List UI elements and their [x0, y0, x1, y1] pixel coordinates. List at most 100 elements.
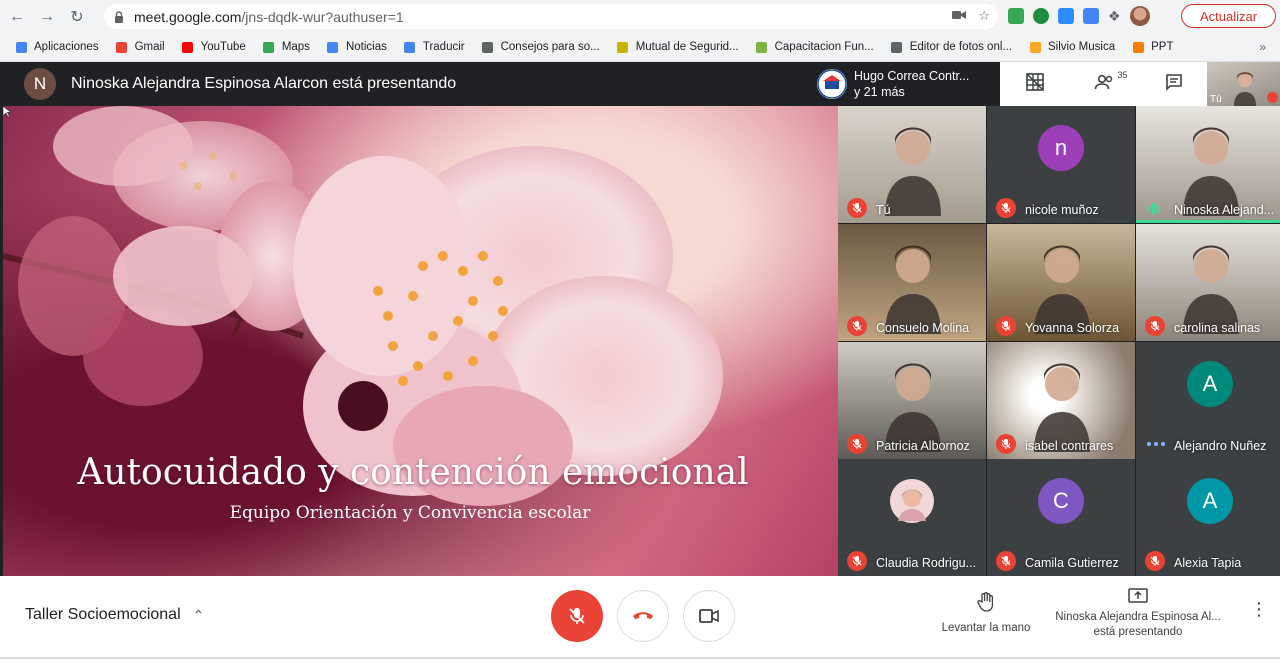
- bookmark-label: Aplicaciones: [34, 41, 99, 53]
- raise-hand-label: Levantar la mano: [941, 622, 1031, 634]
- gmail-icon: [115, 40, 129, 54]
- participant-tile[interactable]: Yovanna Solorza: [987, 224, 1135, 341]
- bookmark-4[interactable]: Noticias: [326, 40, 387, 54]
- reload-icon[interactable]: ↻: [64, 4, 90, 30]
- mic-muted-icon: [1145, 316, 1165, 336]
- participant-tile[interactable]: isabel contrares: [987, 342, 1135, 459]
- sheets-extension-icon[interactable]: [1008, 8, 1024, 24]
- back-icon[interactable]: ←: [4, 4, 30, 30]
- participant-tile[interactable]: Ninoska Alejand...: [1136, 106, 1280, 223]
- maps-pin-icon: [262, 40, 276, 54]
- bookmark-label: Mutual de Segurid...: [635, 41, 739, 53]
- address-bar[interactable]: meet.google.com/jns-dqdk-wur?authuser=1 …: [104, 4, 998, 29]
- video-camera-icon: [699, 609, 719, 623]
- participant-video: [1034, 245, 1090, 334]
- participant-tile[interactable]: C Camila Gutierrez: [987, 459, 1135, 576]
- bookmark-10[interactable]: Silvio Musica: [1028, 40, 1115, 54]
- profile-avatar[interactable]: [1129, 6, 1150, 26]
- update-button[interactable]: Actualizar: [1181, 4, 1276, 28]
- present-line-1: Ninoska Alejandra Espinosa Al...: [1055, 611, 1221, 623]
- bookmark-3[interactable]: Maps: [262, 40, 310, 54]
- top-right-controls: Hugo Correa Contr... y 21 más 35 Tú: [811, 62, 1280, 106]
- self-mic-muted-icon: [1267, 92, 1278, 103]
- slide-subtitle: Equipo Orientación y Convivencia escolar: [229, 503, 591, 523]
- bookmark-2[interactable]: YouTube: [181, 40, 246, 54]
- self-preview-thumbnail[interactable]: Tú: [1207, 62, 1280, 106]
- mic-muted-icon: [847, 316, 867, 336]
- participant-tile[interactable]: Patricia Albornoz: [838, 342, 986, 459]
- participant-tile[interactable]: carolina salinas: [1136, 224, 1280, 341]
- participant-name: Patricia Albornoz: [876, 439, 970, 453]
- participant-tile[interactable]: A Alejandro Nuñez: [1136, 342, 1280, 459]
- presenter-text: Ninoska Alejandra Espinosa Alarcon está …: [71, 75, 457, 92]
- raise-hand-button[interactable]: Levantar la mano: [935, 592, 1037, 634]
- participant-name: Camila Gutierrez: [1025, 556, 1119, 570]
- participant-name: nicole muñoz: [1025, 203, 1099, 217]
- bookmark-7[interactable]: Mutual de Segurid...: [616, 40, 739, 54]
- participant-tile[interactable]: A Alexia Tapia: [1136, 459, 1280, 576]
- bookmark-8[interactable]: Capacitacion Fun...: [755, 40, 874, 54]
- participant-name: Alejandro Nuñez: [1174, 439, 1267, 453]
- bookmark-5[interactable]: Traducir: [403, 40, 465, 54]
- bookmark-6[interactable]: Consejos para so...: [481, 40, 600, 54]
- mic-off-icon: [569, 608, 585, 624]
- mic-toggle-button[interactable]: [551, 590, 603, 642]
- bookmark-0[interactable]: Aplicaciones: [14, 40, 99, 54]
- bookmarks-overflow-icon[interactable]: »: [1259, 40, 1266, 54]
- participant-video: [885, 363, 941, 452]
- participant-tile[interactable]: n nicole muñoz: [987, 106, 1135, 223]
- participant-tile[interactable]: Tú: [838, 106, 986, 223]
- camera-toggle-button[interactable]: [683, 590, 735, 642]
- bookmark-label: Silvio Musica: [1048, 41, 1116, 53]
- more-options-icon[interactable]: ⋮: [1250, 600, 1268, 618]
- browser-toolbar: ← → ↻ meet.google.com/jns-dqdk-wur?authu…: [0, 0, 1280, 33]
- docs-extension-icon[interactable]: [1083, 8, 1099, 24]
- bookmark-label: Traducir: [422, 41, 465, 53]
- participants-chip[interactable]: Hugo Correa Contr... y 21 más: [811, 62, 1000, 106]
- chat-icon[interactable]: [1165, 73, 1183, 96]
- participant-name: Alexia Tapia: [1174, 556, 1242, 570]
- speaking-indicator-icon: [1147, 203, 1160, 215]
- chevron-up-icon[interactable]: ⌃: [193, 607, 205, 624]
- meeting-details[interactable]: Taller Socioemocional ⌃: [25, 606, 204, 624]
- participant-video: [885, 127, 941, 216]
- layout-grid-icon[interactable]: [1025, 72, 1045, 97]
- camera-in-use-icon[interactable]: [952, 8, 967, 24]
- presenter-banner: N Ninoska Alejandra Espinosa Alarcon est…: [3, 62, 811, 106]
- chip-line-1: Hugo Correa Contr...: [854, 69, 970, 83]
- mic-muted-icon: [996, 198, 1016, 218]
- leaf-icon: [755, 40, 769, 54]
- mic-muted-icon: [996, 316, 1016, 336]
- apps-grid-icon: [14, 40, 28, 54]
- puzzle-extensions-icon[interactable]: ❖: [1108, 8, 1121, 25]
- people-icon[interactable]: 35: [1094, 70, 1128, 95]
- participant-count: 35: [1117, 69, 1128, 80]
- participant-initial: A: [1187, 361, 1233, 407]
- participant-name: carolina salinas: [1174, 321, 1261, 335]
- leave-call-button[interactable]: [617, 590, 669, 642]
- participant-tile[interactable]: Claudia Rodrigu...: [838, 459, 986, 576]
- forward-icon[interactable]: →: [34, 4, 60, 30]
- bookmark-label: Consejos para so...: [500, 41, 600, 53]
- url-host: meet.google.com: [134, 8, 242, 25]
- participant-tile[interactable]: Consuelo Molina: [838, 224, 986, 341]
- zoom-extension-icon[interactable]: [1058, 8, 1074, 24]
- participant-grid: Tú n nicole muñoz Ninoska Alejand... Consuel…: [838, 106, 1280, 576]
- participant-name: Ninoska Alejand...: [1174, 203, 1275, 217]
- news-icon: [326, 40, 340, 54]
- check-extension-icon[interactable]: [1033, 8, 1049, 24]
- bookmark-9[interactable]: Editor de fotos onl...: [890, 40, 1012, 54]
- bookmark-11[interactable]: PPT: [1131, 40, 1173, 54]
- participant-name: Consuelo Molina: [876, 321, 970, 335]
- mic-muted-icon: [847, 198, 867, 218]
- bookmark-label: Editor de fotos onl...: [909, 41, 1012, 53]
- bookmark-label: YouTube: [200, 41, 246, 53]
- browser-chrome: ← → ↻ meet.google.com/jns-dqdk-wur?authu…: [0, 0, 1280, 62]
- bookmark-1[interactable]: Gmail: [115, 40, 165, 54]
- present-now-button[interactable]: Ninoska Alejandra Espinosa Al... está pr…: [1048, 588, 1228, 640]
- bookmark-label: Capacitacion Fun...: [774, 41, 874, 53]
- url-path: /jns-dqdk-wur?authuser=1: [241, 8, 404, 25]
- school-logo-icon: [817, 69, 847, 99]
- mic-muted-icon: [847, 434, 867, 454]
- bookmark-star-icon[interactable]: ☆: [978, 8, 990, 24]
